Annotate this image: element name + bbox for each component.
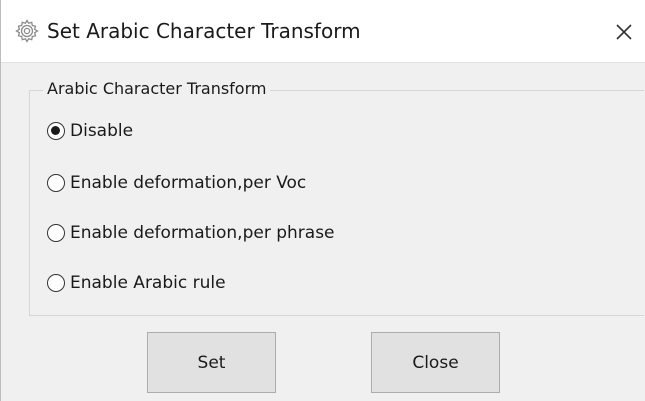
group-title: Arabic Character Transform	[43, 79, 271, 99]
gear-icon	[15, 19, 39, 43]
close-button[interactable]: Close	[371, 332, 500, 393]
radio-label-disable: Disable	[70, 121, 134, 141]
radio-label-enable-per-voc: Enable deformation,per Voc	[70, 173, 307, 193]
radio-enable-per-phrase[interactable]: Enable deformation,per phrase	[47, 220, 335, 246]
radio-button[interactable]	[47, 174, 65, 192]
dialog-window: Set Arabic Character Transform Arabic Ch…	[0, 0, 645, 401]
radio-enable-per-voc[interactable]: Enable deformation,per Voc	[47, 170, 306, 196]
radio-button-checked[interactable]	[47, 122, 65, 140]
dialog-title: Set Arabic Character Transform	[47, 19, 361, 43]
radio-enable-arabic-rule[interactable]: Enable Arabic rule	[47, 270, 226, 296]
radio-button[interactable]	[47, 224, 65, 242]
radio-button[interactable]	[47, 274, 65, 292]
radio-label-enable-per-phrase: Enable deformation,per phrase	[70, 223, 335, 243]
radio-disable[interactable]: Disable	[47, 118, 133, 144]
set-button[interactable]: Set	[147, 332, 276, 393]
close-icon[interactable]	[609, 17, 639, 47]
radio-label-enable-arabic-rule: Enable Arabic rule	[70, 273, 226, 293]
title-bar: Set Arabic Character Transform	[1, 0, 645, 63]
